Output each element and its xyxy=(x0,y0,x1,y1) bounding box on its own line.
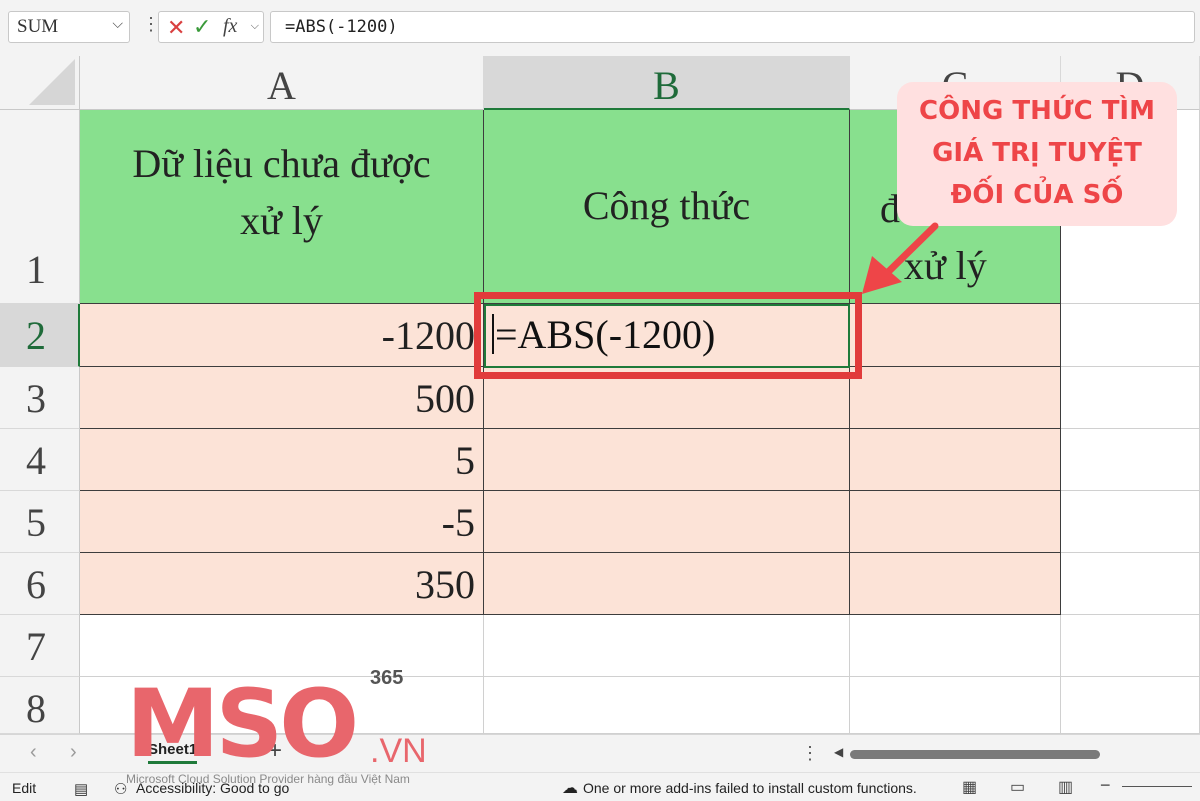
chevron-left-icon[interactable]: ‹ xyxy=(30,741,37,764)
scrollbar-thumb[interactable] xyxy=(850,750,1100,759)
header-b-text: Công thức xyxy=(582,183,751,229)
callout-line3: ĐỐI CỦA SỐ xyxy=(950,180,1124,210)
cell-d2[interactable] xyxy=(1061,304,1200,367)
callout-line2: GIÁ TRỊ TUYỆT xyxy=(932,138,1142,168)
cell-c4[interactable] xyxy=(850,429,1061,491)
cell-d5[interactable] xyxy=(1061,491,1200,553)
cell-c3[interactable] xyxy=(850,367,1061,429)
more-options-icon[interactable]: ⋮ xyxy=(801,743,819,764)
cell-d6[interactable] xyxy=(1061,553,1200,615)
cell-b4[interactable] xyxy=(484,429,850,491)
cell-c2[interactable] xyxy=(850,304,1061,367)
chevron-right-icon[interactable]: › xyxy=(70,741,77,764)
column-header-a[interactable]: A xyxy=(80,56,484,110)
horizontal-scrollbar[interactable]: ◀ xyxy=(828,745,1194,761)
row-header-2[interactable]: 2 xyxy=(0,304,80,367)
cell-c7[interactable] xyxy=(850,615,1061,677)
page-layout-icon[interactable]: ▭ xyxy=(1010,777,1025,797)
row-header-8[interactable]: 8 xyxy=(0,677,80,734)
insert-function-icon[interactable]: fx xyxy=(223,15,237,38)
cell-b8[interactable] xyxy=(484,677,850,734)
cell-b5[interactable] xyxy=(484,491,850,553)
cloud-icon: ☁ xyxy=(562,780,578,797)
column-header-b[interactable]: B xyxy=(484,56,850,110)
mso-watermark-logo: 365 MSO .VN Microsoft Cloud Solution Pro… xyxy=(126,664,446,786)
formula-actions: ✕ ✓ fx ⌵ xyxy=(158,11,264,43)
logo-brand: MSO xyxy=(126,670,355,774)
cell-a2[interactable]: -1200 xyxy=(80,304,484,367)
cell-c5[interactable] xyxy=(850,491,1061,553)
name-box[interactable]: SUM ⌵ xyxy=(8,11,130,43)
cell-a3[interactable]: 500 xyxy=(80,367,484,429)
document-icon[interactable]: ▤ xyxy=(74,780,88,798)
header-c-line3: xử lý xyxy=(904,242,987,288)
status-mode: Edit xyxy=(12,780,37,796)
cancel-icon[interactable]: ✕ xyxy=(167,15,185,41)
cell-d8[interactable] xyxy=(1061,677,1200,734)
cell-b1[interactable]: Công thức xyxy=(484,110,850,304)
page-break-icon[interactable]: ▥ xyxy=(1058,777,1073,797)
cell-c8[interactable] xyxy=(850,677,1061,734)
select-all-corner[interactable] xyxy=(0,56,80,110)
row-header-4[interactable]: 4 xyxy=(0,429,80,491)
row-header-1[interactable]: 1 xyxy=(0,110,80,304)
mso-logo-icon: 365 MSO .VN xyxy=(126,667,427,779)
row-header-7[interactable]: 7 xyxy=(0,615,80,677)
header-a-text: Dữ liệu chưa được xử lý xyxy=(132,136,430,250)
callout-bubble: CÔNG THỨC TÌM GIÁ TRỊ TUYỆT ĐỐI CỦA SỐ xyxy=(897,82,1177,226)
cell-a1[interactable]: Dữ liệu chưa được xử lý xyxy=(80,110,484,304)
cell-c6[interactable] xyxy=(850,553,1061,615)
cell-b6[interactable] xyxy=(484,553,850,615)
cell-a6[interactable]: 350 xyxy=(80,553,484,615)
zoom-slider[interactable] xyxy=(1122,786,1192,787)
zoom-out-icon[interactable]: − xyxy=(1100,775,1111,796)
chevron-down-icon[interactable]: ⌵ xyxy=(251,20,259,33)
normal-view-icon[interactable]: ▦ xyxy=(962,777,977,797)
logo-tagline: Microsoft Cloud Solution Provider hàng đ… xyxy=(126,772,410,786)
logo-superscript: 365 xyxy=(370,667,403,689)
name-box-value: SUM xyxy=(17,16,59,37)
cell-a4[interactable]: 5 xyxy=(80,429,484,491)
callout-line1: CÔNG THỨC TÌM xyxy=(919,96,1155,126)
header-a-line1: Dữ liệu chưa được xyxy=(132,140,431,186)
logo-domain: .VN xyxy=(370,732,427,770)
enter-check-icon[interactable]: ✓ xyxy=(193,14,211,40)
cell-d7[interactable] xyxy=(1061,615,1200,677)
row-header-3[interactable]: 3 xyxy=(0,367,80,429)
scroll-left-icon[interactable]: ◀ xyxy=(834,745,843,759)
chevron-down-icon[interactable]: ⌵ xyxy=(112,17,123,33)
addins-message[interactable]: One or more add-ins failed to install cu… xyxy=(583,780,917,796)
formula-input[interactable]: =ABS(-1200) xyxy=(270,11,1195,43)
cell-b7[interactable] xyxy=(484,615,850,677)
cell-d3[interactable] xyxy=(1061,367,1200,429)
formula-bar: SUM ⌵ ⋮ ✕ ✓ fx ⌵ =ABS(-1200) xyxy=(0,0,1200,56)
row-header-5[interactable]: 5 xyxy=(0,491,80,553)
highlight-box xyxy=(474,292,862,379)
cell-a5[interactable]: -5 xyxy=(80,491,484,553)
header-a-line2: xử lý xyxy=(240,197,323,243)
row-header-6[interactable]: 6 xyxy=(0,553,80,615)
callout-text: CÔNG THỨC TÌM GIÁ TRỊ TUYỆT ĐỐI CỦA SỐ xyxy=(897,90,1177,216)
cell-d4[interactable] xyxy=(1061,429,1200,491)
